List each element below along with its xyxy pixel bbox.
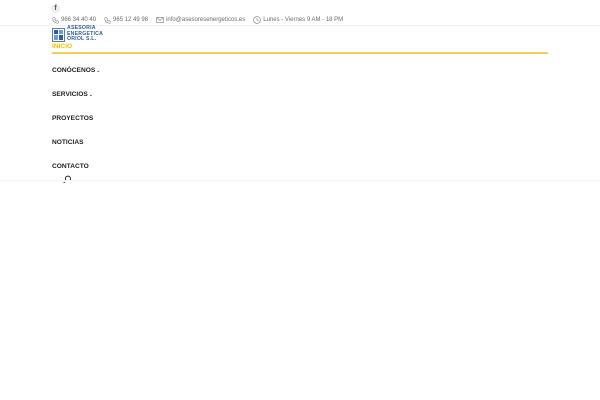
logo-line-3: ORIOL S.L. (67, 36, 97, 43)
contact-phone-2[interactable]: 965 12 49 98 (104, 16, 149, 24)
top-bar: f 966 34 40 40 965 12 49 98 info@asesore… (0, 0, 600, 26)
mail-icon (156, 17, 164, 23)
nav-item-label: INICIO (52, 43, 73, 50)
logo-wordmark: ASESORIA ENERGETICA ORIOL S.L. (67, 25, 103, 43)
phone-icon (104, 16, 111, 24)
nav-item-label: SERVICIOS (52, 91, 88, 98)
site-logo[interactable]: ASESORIA ENERGETICA ORIOL S.L. (52, 25, 122, 43)
contact-phone-1[interactable]: 966 34 40 40 (52, 16, 97, 24)
opening-hours: Lunes - Viernes 9 AM - 18 PM (263, 17, 344, 23)
chevron-down-icon: ⌄ (96, 67, 101, 74)
nav-item-label: NOTICIAS (52, 139, 84, 146)
nav-item-label: PROYECTOS (52, 115, 94, 122)
search-button[interactable] (63, 171, 72, 184)
nav-item-servicios[interactable]: SERVICIOS ⌄ (52, 91, 93, 98)
header-bottom-shadow (0, 180, 600, 182)
active-nav-underline (52, 52, 548, 54)
chevron-down-icon: ⌄ (88, 91, 93, 98)
nav-item-proyectos[interactable]: PROYECTOS (52, 115, 93, 122)
nav-item-inicio[interactable]: INICIO (52, 43, 72, 50)
phone-number-1: 966 34 40 40 (61, 17, 97, 23)
nav-item-contacto[interactable]: CONTACTO (52, 163, 89, 170)
nav-item-label: CONÓCENOS (52, 67, 96, 74)
phone-icon (52, 16, 59, 24)
email-address: info@asesoresenergeticos.es (166, 17, 246, 23)
nav-item-noticias[interactable]: NOTICIAS (52, 139, 84, 146)
phone-number-2: 965 12 49 98 (113, 17, 149, 23)
contact-email[interactable]: info@asesoresenergeticos.es (156, 17, 245, 23)
nav-item-conocenos[interactable]: CONÓCENOS ⌄ (52, 67, 100, 74)
contact-hours: Lunes - Viernes 9 AM - 18 PM (253, 16, 343, 24)
facebook-icon[interactable]: f (51, 4, 60, 13)
nav-item-label: CONTACTO (52, 163, 89, 170)
contact-info-row: 966 34 40 40 965 12 49 98 info@asesorese… (52, 15, 351, 25)
clock-icon (253, 16, 262, 24)
logo-mark-icon (52, 27, 65, 42)
